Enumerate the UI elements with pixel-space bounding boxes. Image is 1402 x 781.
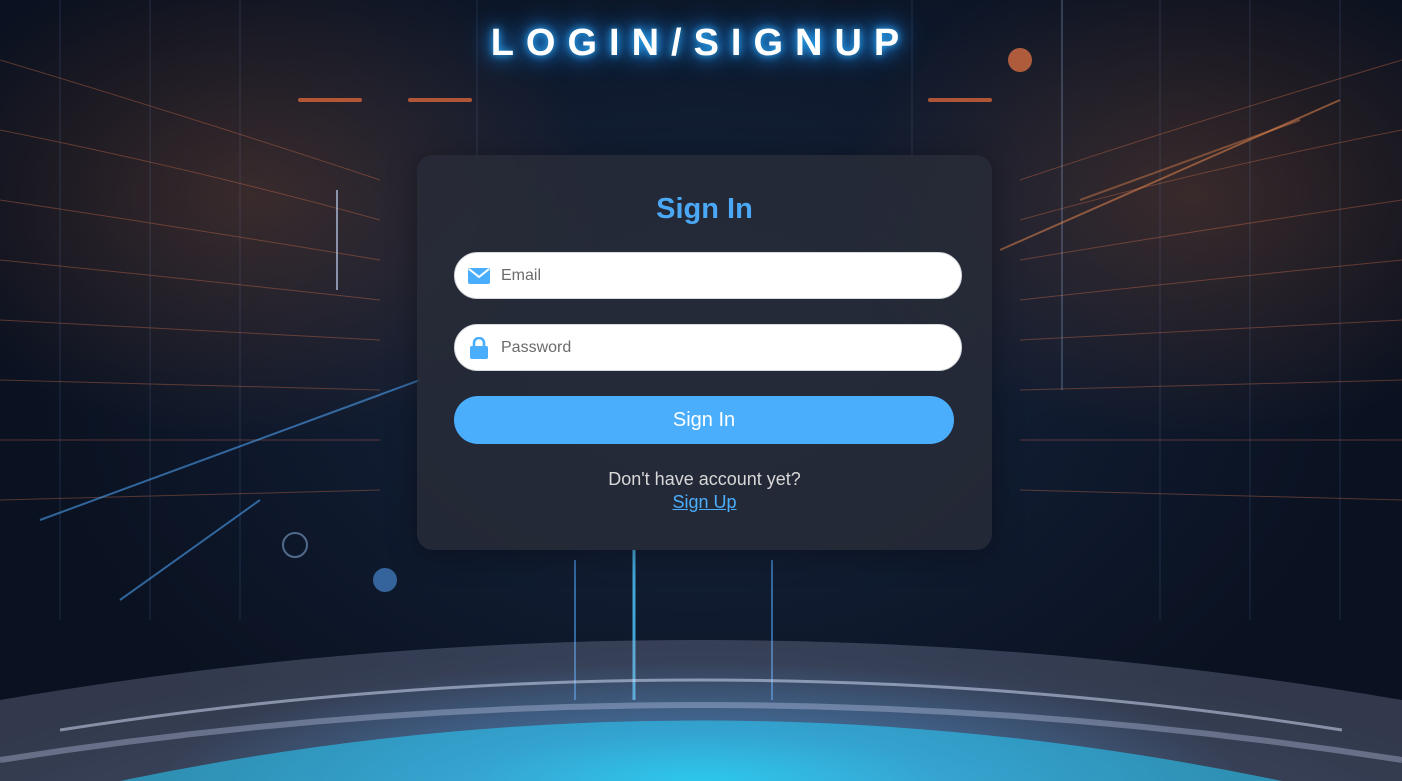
signup-link-container: Sign Up	[417, 492, 992, 513]
email-input[interactable]	[501, 253, 941, 298]
lock-icon	[457, 336, 501, 359]
password-input[interactable]	[501, 325, 941, 370]
sign-up-link[interactable]: Sign Up	[672, 492, 736, 512]
signup-prompt: Don't have account yet?	[608, 469, 801, 489]
sign-in-heading: Sign In	[656, 193, 753, 225]
envelope-icon	[457, 267, 501, 284]
password-field[interactable]	[454, 324, 962, 371]
email-field[interactable]	[454, 252, 962, 299]
sign-in-card: Sign In Sign In Don't have account yet? …	[417, 155, 992, 550]
sign-in-button[interactable]: Sign In	[454, 396, 954, 444]
page-title: LOGIN/SIGNUP	[490, 22, 912, 64]
